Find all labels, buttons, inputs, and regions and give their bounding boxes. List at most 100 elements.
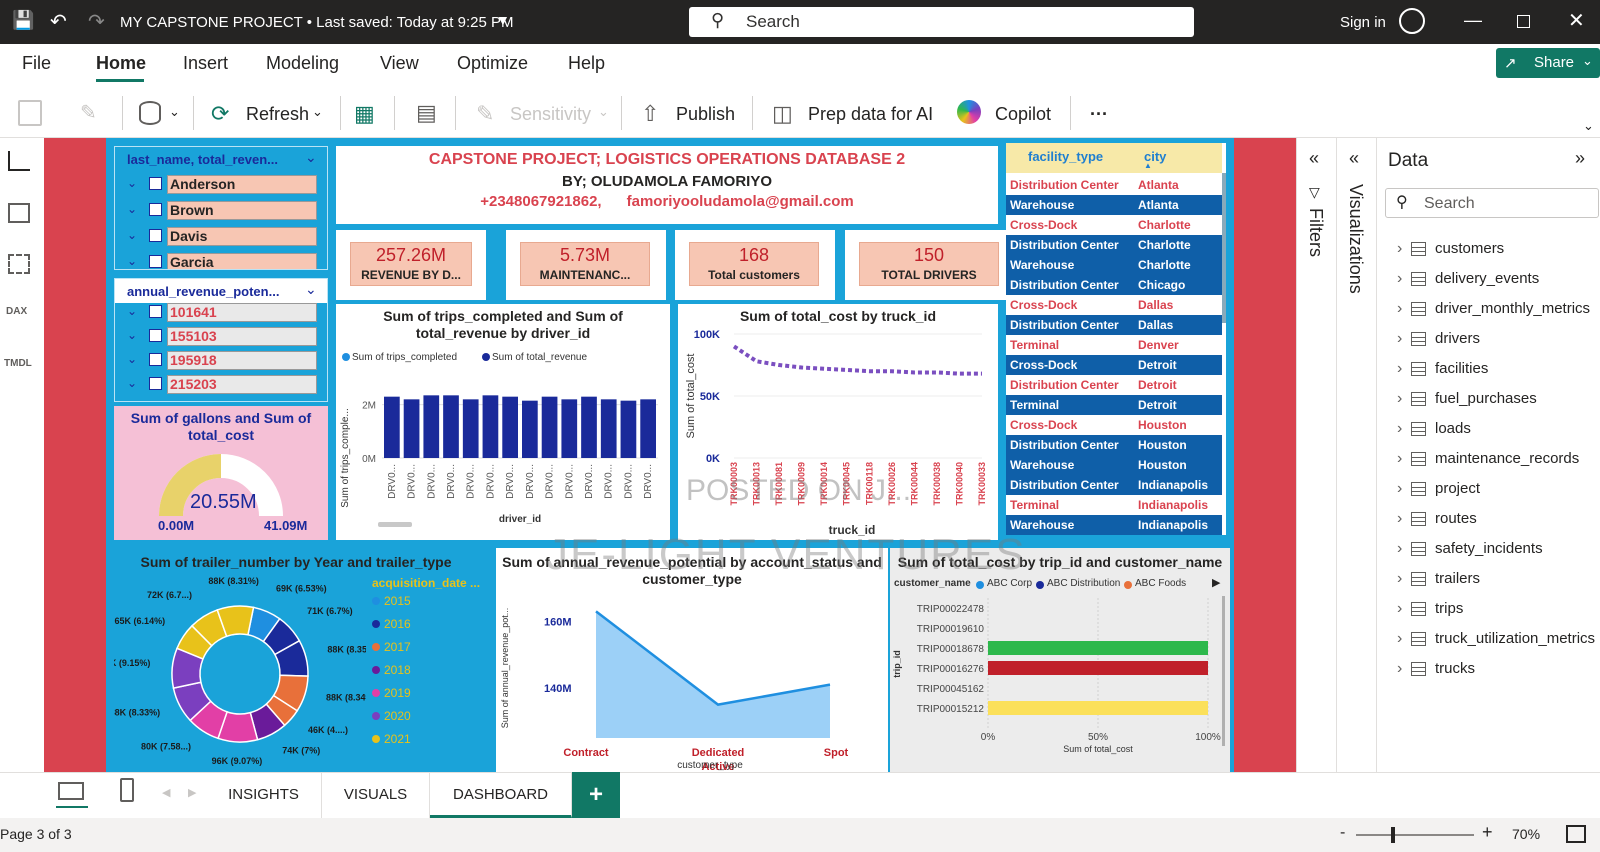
data-table-item[interactable]: › facilities — [1397, 354, 1597, 384]
copilot-button[interactable]: Copilot — [995, 104, 1051, 125]
menu-file[interactable]: File — [22, 53, 51, 74]
format-painter-icon[interactable]: ✎ — [80, 100, 97, 125]
data-table-item[interactable]: › trips — [1397, 594, 1597, 624]
chart-trailer-donut[interactable]: Sum of trailer_number by Year and traile… — [114, 548, 492, 772]
scroll-left-icon[interactable]: ◀ — [162, 786, 170, 799]
filters-pane-collapsed[interactable]: « ▽ Filters — [1296, 138, 1336, 772]
zoom-in-icon[interactable]: + — [1482, 822, 1493, 843]
calculator-icon[interactable]: ▤ — [416, 100, 437, 126]
scrollbar[interactable] — [378, 522, 412, 527]
bar[interactable] — [620, 400, 637, 458]
table-row[interactable]: Distribution Center Chicago — [1006, 275, 1222, 295]
bar[interactable] — [403, 399, 420, 458]
data-table-item[interactable]: › driver_monthly_metrics — [1397, 294, 1597, 324]
table-row[interactable]: Distribution Center Charlotte — [1006, 235, 1222, 255]
undo-icon[interactable]: ↶ — [50, 9, 67, 34]
add-page-button[interactable]: + — [572, 772, 620, 818]
slicer-item[interactable]: Brown — [167, 201, 317, 220]
bar[interactable] — [988, 701, 1208, 715]
legend-item[interactable]: 2017 — [384, 640, 411, 654]
chevron-right-icon[interactable]: › — [1397, 324, 1402, 354]
chevron-right-icon[interactable]: › — [1397, 264, 1402, 294]
chevron-right-icon[interactable]: › — [1397, 474, 1402, 504]
data-table-item[interactable]: › customers — [1397, 234, 1597, 264]
menu-view[interactable]: View — [380, 53, 419, 74]
slicer-checkbox[interactable] — [149, 203, 162, 216]
chart-trips-revenue[interactable]: Sum of trips_completed and Sum of total_… — [336, 304, 670, 540]
data-table-item[interactable]: › fuel_purchases — [1397, 384, 1597, 414]
publish-icon[interactable]: ⇧ — [641, 101, 659, 127]
data-table-item[interactable]: › trucks — [1397, 654, 1597, 684]
legend-item[interactable]: 2021 — [384, 732, 411, 746]
chevron-right-icon[interactable]: › — [1397, 624, 1402, 654]
chevron-right-icon[interactable]: › — [1397, 354, 1402, 384]
bar[interactable] — [462, 399, 479, 458]
facility-table[interactable]: facility_type city ▲ Distribution Center… — [1006, 143, 1226, 535]
slicer-last-name[interactable]: last_name, total_reven... ⌄ ⌄ Anderson ⌄ Br… — [114, 146, 328, 270]
table-row[interactable]: Distribution Center Dallas — [1006, 315, 1222, 335]
refresh-icon[interactable]: ⟳ — [211, 101, 229, 127]
prep-data-button[interactable]: Prep data for AI — [808, 104, 933, 125]
table-row[interactable]: Terminal Detroit — [1006, 395, 1222, 415]
menu-home[interactable]: Home — [96, 53, 146, 74]
collapse-ribbon-icon[interactable]: ⌄ — [1583, 118, 1594, 134]
data-table-item[interactable]: › truck_utilization_metrics — [1397, 624, 1597, 654]
table-row[interactable]: Warehouse Atlanta — [1006, 195, 1222, 215]
database-icon[interactable] — [139, 101, 161, 125]
slicer-item[interactable]: Davis — [167, 227, 317, 246]
legend-item[interactable]: 2020 — [384, 709, 411, 723]
save-icon[interactable]: 💾 — [12, 10, 34, 31]
data-table-item[interactable]: › drivers — [1397, 324, 1597, 354]
slicer-item[interactable]: 195918 — [167, 351, 317, 370]
chevron-down-icon[interactable]: ⌄ — [127, 228, 137, 242]
visualizations-label[interactable]: Visualizations — [1345, 184, 1366, 294]
chevron-right-icon[interactable]: › — [1397, 594, 1402, 624]
scrollbar[interactable] — [1222, 596, 1225, 746]
filters-label[interactable]: Filters — [1305, 208, 1326, 257]
menu-insert[interactable]: Insert — [183, 53, 228, 74]
slicer-checkbox[interactable] — [149, 329, 162, 342]
report-view-icon[interactable] — [8, 151, 30, 171]
chart-cost-trip[interactable]: Sum of total_cost by trip_id and custome… — [890, 548, 1230, 772]
new-visual-icon[interactable]: ▦ — [354, 101, 375, 127]
bar[interactable] — [384, 396, 400, 458]
tab-dashboard[interactable]: DASHBOARD — [430, 772, 572, 818]
model-view-icon[interactable] — [8, 254, 30, 274]
mobile-view-icon[interactable] — [120, 778, 134, 802]
slicer-checkbox[interactable] — [149, 229, 162, 242]
chevron-right-icon[interactable]: › — [1397, 564, 1402, 594]
data-table-item[interactable]: › loads — [1397, 414, 1597, 444]
zoom-out-icon[interactable]: - — [1340, 824, 1345, 842]
chevron-down-icon[interactable]: ⌄ — [127, 176, 137, 190]
bar[interactable] — [482, 395, 499, 458]
slicer-checkbox[interactable] — [149, 305, 162, 318]
collapse-icon[interactable]: » — [1575, 148, 1585, 169]
area-fill[interactable] — [596, 611, 830, 738]
expand-icon[interactable]: « — [1349, 148, 1359, 169]
sign-in-link[interactable]: Sign in — [1340, 14, 1386, 31]
bar[interactable] — [988, 641, 1208, 655]
table-row[interactable]: Terminal Indianapolis — [1006, 495, 1222, 515]
table-scrollbar[interactable] — [1222, 173, 1226, 323]
table-row[interactable]: Distribution Center Houston — [1006, 435, 1222, 455]
chevron-right-icon[interactable]: › — [1397, 654, 1402, 684]
table-row[interactable]: Distribution Center Detroit — [1006, 375, 1222, 395]
zoom-slider[interactable] — [1356, 834, 1474, 836]
data-table-item[interactable]: › routes — [1397, 504, 1597, 534]
data-search-input[interactable]: ⚲ Search — [1385, 188, 1599, 218]
table-row[interactable]: Cross-Dock Charlotte — [1006, 215, 1222, 235]
chevron-right-icon[interactable]: ▶ — [1212, 576, 1220, 589]
slicer-checkbox[interactable] — [149, 353, 162, 366]
data-table-item[interactable]: › maintenance_records — [1397, 444, 1597, 474]
legend-item[interactable]: ABC Distribution — [1047, 578, 1120, 589]
chevron-right-icon[interactable]: › — [1397, 534, 1402, 564]
data-table-item[interactable]: › delivery_events — [1397, 264, 1597, 294]
table-row[interactable]: Cross-Dock Dallas — [1006, 295, 1222, 315]
table-row[interactable]: Warehouse Charlotte — [1006, 255, 1222, 275]
chevron-down-icon[interactable]: ⌄ — [127, 254, 137, 268]
redo-icon[interactable]: ↷ — [88, 9, 105, 34]
minimize-icon[interactable]: — — [1464, 10, 1482, 31]
bar[interactable] — [600, 399, 617, 458]
legend-item[interactable]: 2015 — [384, 594, 411, 608]
data-table-item[interactable]: › trailers — [1397, 564, 1597, 594]
